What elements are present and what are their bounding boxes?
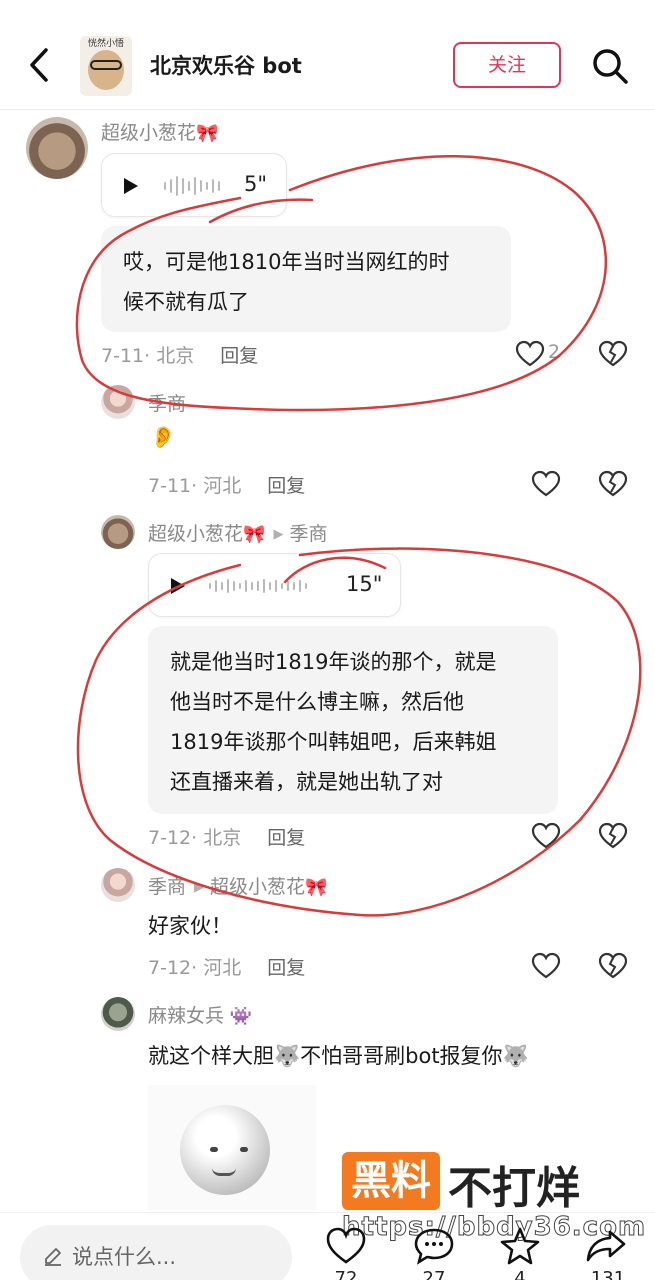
comment-username[interactable]: 季商 ▶ 超级小葱花🎀 (148, 872, 327, 899)
avatar[interactable] (101, 997, 135, 1031)
waveform (209, 574, 307, 598)
like-icon[interactable] (324, 1226, 368, 1266)
voice-duration: 15" (346, 572, 383, 596)
voice-message[interactable]: 5" (101, 153, 287, 217)
reply-button[interactable]: 回复 (220, 345, 258, 367)
sticker-image[interactable] (148, 1085, 316, 1210)
star-icon[interactable] (498, 1226, 542, 1266)
account-avatar[interactable]: 恍然小悟 (80, 36, 132, 96)
comment-meta: 7-11· 河北 回复 (148, 475, 306, 497)
waveform (164, 174, 220, 198)
comment-text: 好家伙！ (148, 914, 232, 938)
watermark-logo: 黑料 (342, 1152, 440, 1210)
comment-meta: 7-11· 北京 回复 (101, 345, 259, 367)
heart-icon[interactable] (531, 952, 561, 980)
search-icon[interactable] (590, 46, 630, 86)
reply-button[interactable]: 回复 (267, 957, 305, 979)
broken-heart-icon[interactable] (598, 952, 628, 980)
comment-text-bubble: 就是他当时1819年谈的那个，就是 他当时不是什么博主嘛，然后他 1819年谈那… (148, 626, 558, 814)
reply-arrow-icon: ▶ (194, 880, 205, 895)
like-count: 2 (548, 341, 561, 363)
comment-placeholder: 说点什么... (72, 1245, 177, 1269)
comment-username[interactable]: 季商 (148, 389, 186, 416)
watermark-text: 不打烊 (448, 1163, 580, 1214)
comment-text-bubble: 哎，可是他1810年当时当网红的时 候不就有瓜了 (101, 226, 511, 332)
account-title[interactable]: 北京欢乐谷 bot (150, 50, 302, 80)
comment-icon[interactable] (412, 1226, 456, 1266)
share-count: 131 (590, 1268, 626, 1280)
avatar[interactable] (101, 868, 135, 902)
reply-arrow-icon: ▶ (273, 527, 284, 542)
reply-button[interactable]: 回复 (267, 827, 305, 849)
broken-heart-icon[interactable] (598, 822, 628, 850)
comment-text: 就这个样大胆🐺不怕哥哥刷bot报复你🐺 (148, 1044, 529, 1068)
comment-username[interactable]: 超级小葱花🎀 (101, 118, 218, 145)
comment-username[interactable]: 超级小葱花🎀 ▶ 季商 (148, 519, 327, 546)
broken-heart-icon[interactable] (598, 340, 628, 368)
comment-username[interactable]: 麻辣女兵 👾 (148, 1001, 252, 1028)
heart-icon[interactable] (531, 822, 561, 850)
reply-button[interactable]: 回复 (267, 475, 305, 497)
avatar[interactable] (101, 515, 135, 549)
avatar[interactable] (26, 117, 88, 179)
comment-count: 27 (422, 1268, 446, 1280)
heart-icon[interactable] (531, 470, 561, 498)
top-header: 恍然小悟 北京欢乐谷 bot 关注 (0, 0, 655, 110)
play-icon[interactable] (171, 578, 185, 594)
play-icon[interactable] (124, 178, 138, 194)
comment-meta: 7-12· 河北 回复 (148, 957, 306, 979)
heart-icon[interactable] (515, 340, 545, 368)
comment-meta: 7-12· 北京 回复 (148, 827, 306, 849)
like-count: 72 (334, 1268, 358, 1280)
voice-duration: 5" (244, 172, 268, 196)
pen-icon (45, 1248, 61, 1266)
avatar-caption: 恍然小悟 (87, 39, 124, 49)
share-icon[interactable] (584, 1226, 628, 1266)
avatar[interactable] (101, 385, 135, 419)
comment-input[interactable]: 说点什么... (20, 1225, 292, 1280)
broken-heart-icon[interactable] (598, 470, 628, 498)
star-count: 4 (514, 1268, 526, 1280)
back-arrow-icon[interactable] (22, 40, 58, 90)
comment-text: 👂 (150, 425, 177, 449)
follow-button[interactable]: 关注 (453, 42, 561, 88)
voice-message[interactable]: 15" (148, 553, 401, 617)
